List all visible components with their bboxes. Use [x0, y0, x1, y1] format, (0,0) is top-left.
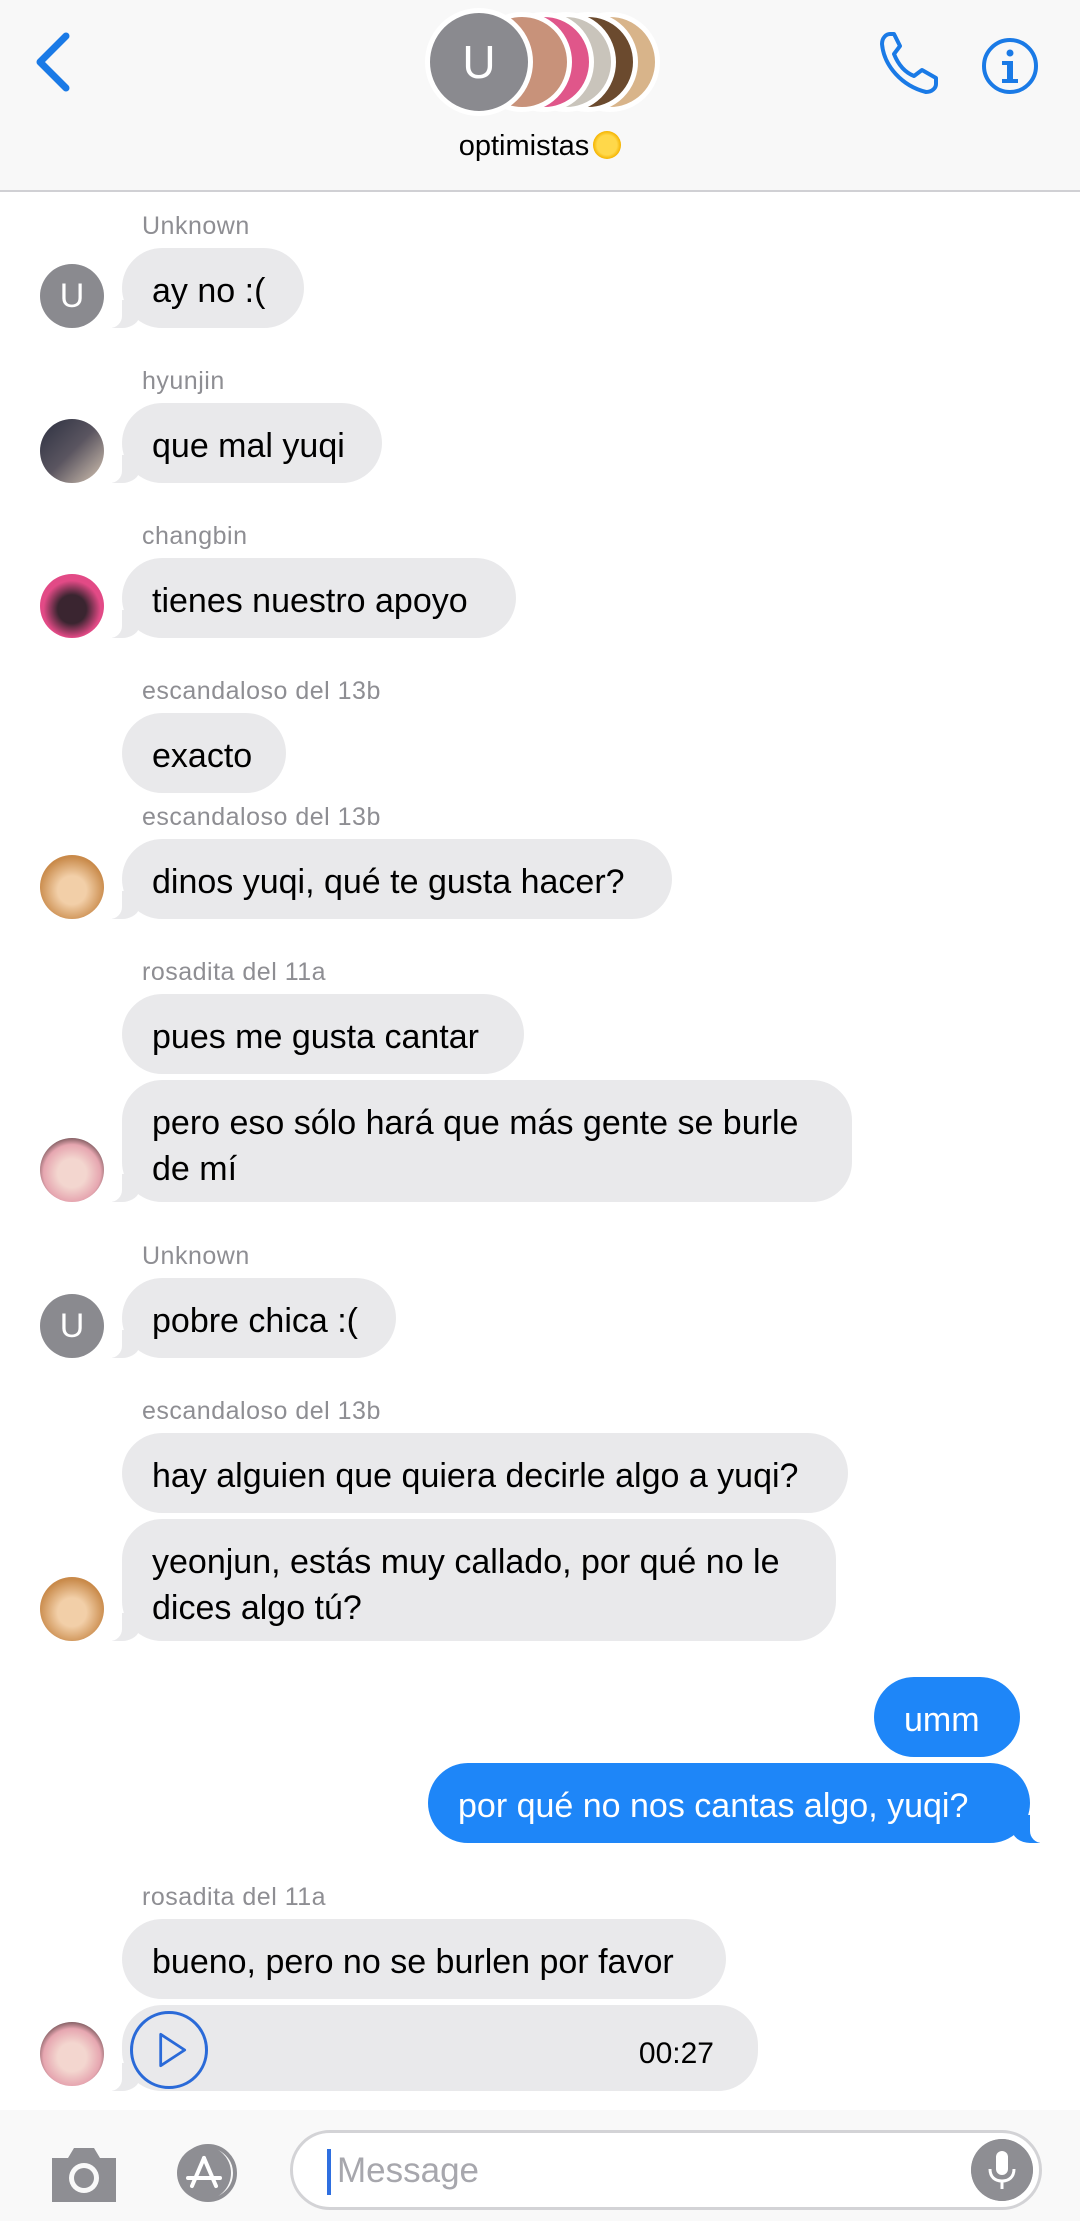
avatar[interactable] [40, 1577, 104, 1641]
sender-name: changbin [142, 522, 248, 550]
avatar[interactable] [40, 574, 104, 638]
message-field[interactable] [290, 2130, 1042, 2210]
sun-emoji-icon [593, 131, 622, 159]
group-name: optimistas [458, 130, 590, 162]
message-bubble[interactable]: bueno, pero no se burlen por favor [122, 1919, 726, 1999]
sender-name: rosadita del 11a [142, 958, 327, 986]
message-bubble[interactable]: dinos yuqi, qué te gusta hacer? [100, 839, 672, 919]
audio-message-bubble[interactable]: 00:27 [100, 2005, 758, 2091]
message-bubble[interactable]: que mal yuqi [100, 403, 382, 483]
sender-name: rosadita del 11a [142, 1883, 327, 1911]
app-store-icon[interactable] [166, 2144, 250, 2202]
play-icon[interactable] [130, 2011, 208, 2089]
text-caret [327, 2149, 331, 2195]
sender-name: escandaloso del 13b [142, 1397, 381, 1425]
avatar[interactable] [40, 419, 104, 483]
compose-bar [0, 2110, 1080, 2221]
message-input[interactable] [337, 2143, 937, 2199]
back-chevron-icon[interactable] [30, 30, 80, 94]
phone-icon[interactable] [876, 28, 940, 98]
audio-duration: 00:27 [638, 2037, 714, 2070]
message-bubble[interactable]: pero eso sólo hará que más gente se burl… [100, 1080, 852, 1202]
sender-name: Unknown [142, 212, 250, 240]
sender-name: escandaloso del 13b [142, 677, 381, 705]
group-title[interactable]: optimistas [0, 130, 1080, 163]
outgoing-message-bubble[interactable]: umm [874, 1677, 1020, 1757]
info-icon[interactable] [980, 36, 1040, 96]
message-bubble[interactable]: ay no :( [100, 248, 304, 328]
camera-icon[interactable] [48, 2140, 120, 2206]
avatar[interactable] [40, 2022, 104, 2086]
conversation-header: U optimistas [0, 0, 1080, 192]
avatar[interactable] [40, 855, 104, 919]
outgoing-message-bubble[interactable]: por qué no nos cantas algo, yuqi? [428, 1763, 1052, 1843]
avatar[interactable]: U [40, 1294, 104, 1358]
avatar[interactable] [40, 1138, 104, 1202]
message-bubble[interactable]: yeonjun, estás muy callado, por qué no l… [100, 1519, 836, 1641]
message-bubble[interactable]: pobre chica :( [100, 1278, 396, 1358]
sender-name: hyunjin [142, 367, 225, 395]
group-avatar-initial: U [425, 8, 533, 116]
microphone-icon[interactable] [971, 2139, 1033, 2201]
sender-name: Unknown [142, 1242, 250, 1270]
message-bubble[interactable]: tienes nuestro apoyo [100, 558, 516, 638]
message-bubble[interactable]: hay alguien que quiera decirle algo a yu… [122, 1433, 848, 1513]
sender-name: escandaloso del 13b [142, 803, 381, 831]
avatar[interactable]: U [40, 264, 104, 328]
message-bubble[interactable]: pues me gusta cantar [122, 994, 524, 1074]
group-avatar-stack[interactable]: U [420, 4, 660, 118]
message-bubble[interactable]: exacto [122, 713, 286, 793]
